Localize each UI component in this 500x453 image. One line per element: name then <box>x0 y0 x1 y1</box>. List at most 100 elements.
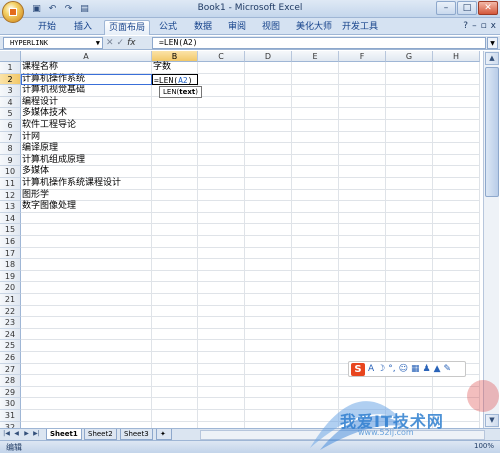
cell-d21[interactable] <box>245 294 292 306</box>
cell-e14[interactable] <box>292 212 339 225</box>
column-header-c[interactable]: C <box>198 51 245 62</box>
close-button[interactable]: ✕ <box>478 1 498 15</box>
cell-c13[interactable] <box>198 201 245 213</box>
cell-h14[interactable] <box>433 212 480 225</box>
cell-e3[interactable] <box>292 85 339 97</box>
cell-a21[interactable] <box>21 294 152 306</box>
row-header-2[interactable]: 2 <box>0 73 21 86</box>
cell-d16[interactable] <box>245 236 292 248</box>
cell-c4[interactable] <box>198 96 245 109</box>
cell-g2[interactable] <box>386 73 433 86</box>
row-header-26[interactable]: 26 <box>0 352 21 364</box>
cell-d13[interactable] <box>245 201 292 213</box>
cell-b27[interactable] <box>152 363 198 376</box>
row-header-5[interactable]: 5 <box>0 108 21 120</box>
row-header-24[interactable]: 24 <box>0 328 21 341</box>
cell-b1[interactable]: 字数 <box>152 62 198 74</box>
cell-d29[interactable] <box>245 386 292 399</box>
cell-d9[interactable] <box>245 154 292 167</box>
row-header-10[interactable]: 10 <box>0 166 21 178</box>
cell-a9[interactable]: 计算机组成原理 <box>21 154 152 167</box>
cell-f7[interactable] <box>339 131 386 144</box>
cell-d4[interactable] <box>245 96 292 109</box>
cell-g13[interactable] <box>386 201 433 213</box>
cell-g22[interactable] <box>386 305 433 318</box>
cell-b8[interactable] <box>152 143 198 155</box>
tab-insert[interactable]: 插入 <box>66 20 100 35</box>
tab-developer[interactable]: 开发工具 <box>338 20 382 35</box>
cell-d25[interactable] <box>245 340 292 352</box>
cell-d22[interactable] <box>245 305 292 318</box>
cell-h13[interactable] <box>433 201 480 213</box>
row-header-16[interactable]: 16 <box>0 236 21 248</box>
cell-e27[interactable] <box>292 363 339 376</box>
cell-h19[interactable] <box>433 270 480 283</box>
cell-h30[interactable] <box>433 398 480 410</box>
cell-d19[interactable] <box>245 270 292 283</box>
tab-data[interactable]: 数据 <box>186 20 220 35</box>
cell-f10[interactable] <box>339 166 386 178</box>
sheet-tab-sheet2[interactable]: Sheet2 <box>84 429 117 440</box>
row-header-6[interactable]: 6 <box>0 120 21 132</box>
cell-d28[interactable] <box>245 375 292 387</box>
cell-c10[interactable] <box>198 166 245 178</box>
cell-b9[interactable] <box>152 154 198 167</box>
cell-b2[interactable]: =LEN(A2) <box>152 73 198 86</box>
cell-h4[interactable] <box>433 96 480 109</box>
name-box[interactable]: HYPERLINK ▼ <box>3 37 103 49</box>
restore-workbook-icon[interactable]: ▫ <box>481 21 487 31</box>
cell-g23[interactable] <box>386 317 433 329</box>
row-header-25[interactable]: 25 <box>0 340 21 352</box>
cell-a14[interactable] <box>21 212 152 225</box>
cell-b7[interactable] <box>152 131 198 144</box>
cell-e16[interactable] <box>292 236 339 248</box>
cell-a17[interactable] <box>21 247 152 260</box>
close-workbook-icon[interactable]: x <box>491 21 496 31</box>
cell-b26[interactable] <box>152 352 198 364</box>
cell-e10[interactable] <box>292 166 339 178</box>
horizontal-scrollbar[interactable] <box>200 430 485 440</box>
cell-e28[interactable] <box>292 375 339 387</box>
tab-home[interactable]: 开始 <box>30 20 64 35</box>
cell-d6[interactable] <box>245 120 292 132</box>
cell-c1[interactable] <box>198 62 245 74</box>
cell-e11[interactable] <box>292 178 339 190</box>
cell-g25[interactable] <box>386 340 433 352</box>
cell-e31[interactable] <box>292 410 339 422</box>
column-header-g[interactable]: G <box>386 51 433 62</box>
cell-c22[interactable] <box>198 305 245 318</box>
cell-c3[interactable] <box>198 85 245 97</box>
english-mode-icon[interactable]: A <box>368 364 374 374</box>
cell-h22[interactable] <box>433 305 480 318</box>
office-button[interactable] <box>2 1 24 23</box>
cell-h12[interactable] <box>433 189 480 202</box>
cell-f21[interactable] <box>339 294 386 306</box>
cell-a25[interactable] <box>21 340 152 352</box>
cell-a2[interactable]: 计算机操作系统 <box>21 73 152 86</box>
cell-h10[interactable] <box>433 166 480 178</box>
keyboard-icon[interactable]: ▦ <box>411 364 420 374</box>
column-header-e[interactable]: E <box>292 51 339 62</box>
cell-b16[interactable] <box>152 236 198 248</box>
cell-f20[interactable] <box>339 282 386 294</box>
cell-h6[interactable] <box>433 120 480 132</box>
cell-e1[interactable] <box>292 62 339 74</box>
cell-a18[interactable] <box>21 259 152 271</box>
last-sheet-icon[interactable]: ▶| <box>32 430 41 437</box>
prev-sheet-icon[interactable]: ◀ <box>12 430 21 437</box>
cell-g5[interactable] <box>386 108 433 120</box>
row-header-4[interactable]: 4 <box>0 96 21 109</box>
row-header-15[interactable]: 15 <box>0 224 21 236</box>
cell-e30[interactable] <box>292 398 339 410</box>
cell-b19[interactable] <box>152 270 198 283</box>
row-header-7[interactable]: 7 <box>0 131 21 144</box>
cell-b20[interactable] <box>152 282 198 294</box>
cell-d31[interactable] <box>245 410 292 422</box>
cell-e4[interactable] <box>292 96 339 109</box>
cell-g29[interactable] <box>386 386 433 399</box>
row-header-28[interactable]: 28 <box>0 375 21 387</box>
tooltip-argument[interactable]: text <box>179 88 195 96</box>
help-icon[interactable]: ? <box>463 21 468 31</box>
cell-b13[interactable] <box>152 201 198 213</box>
cell-e24[interactable] <box>292 328 339 341</box>
